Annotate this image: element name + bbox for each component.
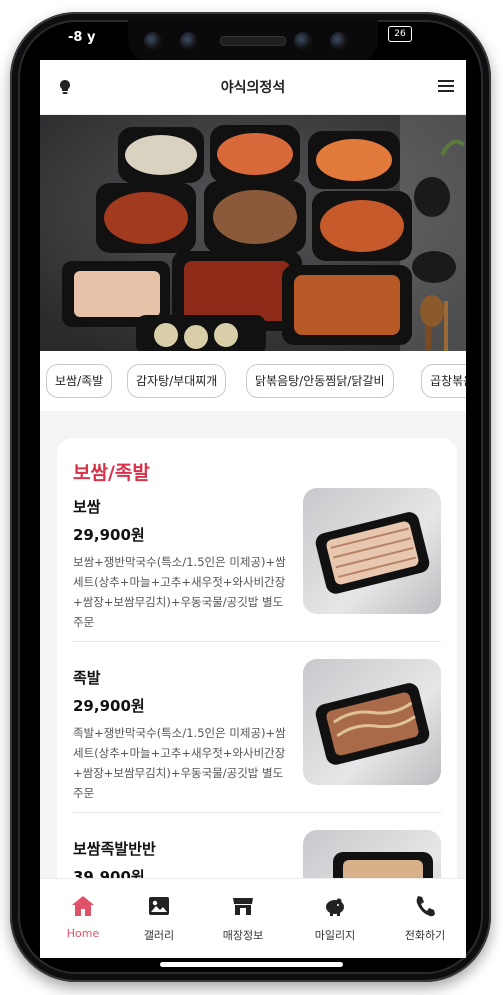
nav-label: Home <box>66 927 100 940</box>
nav-store-info[interactable]: 매장정보 <box>200 893 286 943</box>
face-id-sensor-icon <box>294 32 312 50</box>
earpiece-speaker <box>220 36 286 46</box>
category-chip[interactable]: 닭볶음탕/안동찜닭/닭갈비 <box>246 364 394 398</box>
item-name: 보쌈족발반반 <box>73 840 156 858</box>
home-indicator[interactable] <box>160 962 343 967</box>
proximity-sensor-icon <box>330 32 348 50</box>
item-name: 보쌈 <box>73 498 101 516</box>
app-title: 야식의정석 <box>220 80 286 96</box>
category-tabs: 보쌈/족발 감자탕/부대찌개 닭볶음탕/안동찜닭/닭갈비 곱창볶음 <box>40 351 466 411</box>
nav-call[interactable]: 전화하기 <box>382 893 466 943</box>
status-time: -8 y <box>68 30 96 45</box>
home-icon <box>72 896 94 916</box>
bottom-navigation: Home 갤러리 매장정보 마일리지 전화하기 <box>40 878 466 958</box>
battery-icon: 26 <box>388 26 412 42</box>
nav-label: 마일리지 <box>314 929 356 942</box>
front-camera-icon <box>144 32 162 50</box>
hero-food-image <box>40 115 466 351</box>
item-description: 족발+쟁반막국수(특소/1.5인은 미제공)+쌈세트(상추+마늘+고추+새우젓+… <box>73 726 286 800</box>
item-divider <box>73 812 441 813</box>
gallery-icon <box>149 897 169 915</box>
item-name: 족발 <box>73 669 101 687</box>
item-description: 보쌈+쟁반막국수(특소/1.5인은 미제공)+쌈세트(상추+마늘+고추+새우젓+… <box>73 555 286 629</box>
camera-notch <box>128 18 378 62</box>
nav-mileage[interactable]: 마일리지 <box>292 893 378 943</box>
nav-label: 전화하기 <box>404 929 446 942</box>
category-chip[interactable]: 보쌈/족발 <box>46 364 113 398</box>
nav-label: 매장정보 <box>222 929 264 942</box>
menu-icon[interactable] <box>438 78 454 92</box>
nav-label: 갤러리 <box>143 929 175 942</box>
app-header: 야식의정석 <box>40 60 466 115</box>
item-photo <box>303 488 441 614</box>
category-chip[interactable]: 곱창볶음 <box>421 364 466 398</box>
nav-home[interactable]: Home <box>40 893 126 940</box>
section-title: 보쌈/족발 <box>73 462 150 484</box>
item-divider <box>73 641 441 642</box>
sensor-icon <box>180 32 198 50</box>
item-price: 29,900원 <box>73 697 145 715</box>
item-price: 29,900원 <box>73 526 145 544</box>
app-screen: 야식의정석 보쌈/족발 감자탕/부대찌개 닭볶음탕/안동찜닭/닭갈비 곱창볶 보… <box>40 60 466 958</box>
store-icon <box>233 898 253 915</box>
phone-icon <box>416 896 435 917</box>
category-chip[interactable]: 감자탕/부대찌개 <box>127 364 227 398</box>
item-photo <box>303 659 441 785</box>
nav-gallery[interactable]: 갤러리 <box>116 893 202 943</box>
piggy-bank-icon <box>326 898 344 916</box>
